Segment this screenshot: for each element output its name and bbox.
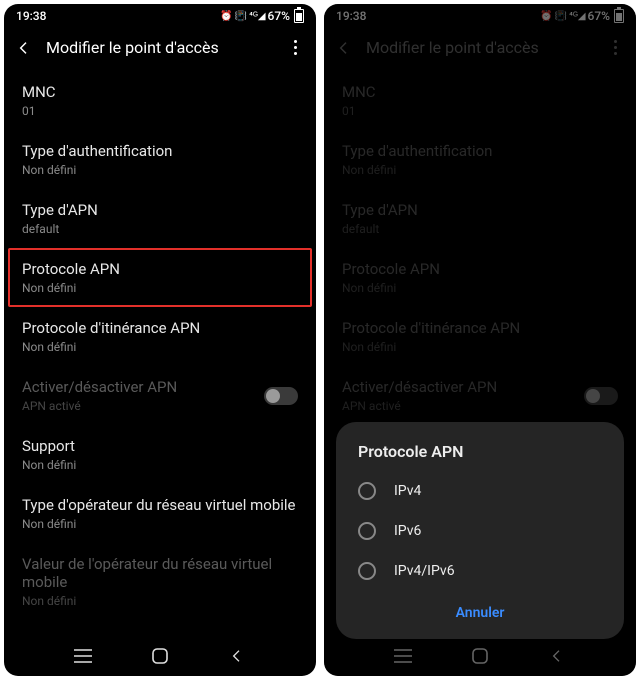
setting-roaming-protocol: Protocole d'itinérance APN Non défini (328, 307, 632, 366)
nav-home-button[interactable] (146, 642, 174, 670)
phone-right: 19:38 ⏰ 📳 ⁴ᴳ◢ 67% Modifier le point d'ac… (324, 4, 636, 676)
radio-option-ipv4v6[interactable]: IPv4/IPv6 (336, 551, 624, 591)
setting-auth-type[interactable]: Type d'authentification Non défini (8, 130, 312, 189)
apn-protocol-dialog: Protocole APN IPv4 IPv6 IPv4/IPv6 Annule… (336, 422, 624, 639)
more-menu-button[interactable] (286, 40, 304, 55)
radio-icon (358, 482, 376, 500)
apn-switch (584, 387, 618, 405)
status-icons: ⏰ 📳 ⁴ᴳ◢ 67% (540, 9, 624, 23)
battery-icon (614, 9, 624, 23)
status-time: 19:38 (16, 9, 46, 23)
setting-apn-protocol: Protocole APN Non défini (328, 248, 632, 307)
title-bar: Modifier le point d'accès (324, 28, 636, 71)
nav-recents-button[interactable] (69, 642, 97, 670)
dialog-title: Protocole APN (336, 442, 624, 471)
status-bar: 19:38 ⏰ 📳 ⁴ᴳ◢ 67% (4, 4, 316, 28)
setting-mnc: MNC 01 (328, 71, 632, 130)
status-time: 19:38 (336, 9, 366, 23)
setting-apn-toggle: Activer/désactiver APN APN activé (328, 366, 632, 425)
phone-left: 19:38 ⏰ 📳 ⁴ᴳ◢ 67% Modifier le point d'ac… (4, 4, 316, 676)
dialog-cancel-button[interactable]: Annuler (336, 591, 624, 631)
setting-apn-toggle: Activer/désactiver APN APN activé (8, 366, 312, 425)
alarm-icon: ⏰ (540, 11, 552, 22)
nav-bar (324, 636, 636, 676)
setting-mnc[interactable]: MNC 01 (8, 71, 312, 130)
status-icons: ⏰ 📳 ⁴ᴳ◢ 67% (220, 9, 304, 23)
radio-icon (358, 562, 376, 580)
back-button[interactable] (336, 40, 356, 56)
nav-back-button[interactable] (543, 642, 571, 670)
settings-list: MNC 01 Type d'authentification Non défin… (4, 71, 316, 636)
battery-percent: 67% (588, 9, 610, 23)
status-bar: 19:38 ⏰ 📳 ⁴ᴳ◢ 67% (324, 4, 636, 28)
radio-option-ipv4[interactable]: IPv4 (336, 471, 624, 511)
setting-apn-protocol[interactable]: Protocole APN Non défini (8, 248, 312, 307)
nav-bar (4, 636, 316, 676)
setting-bearer[interactable]: Support Non défini (8, 425, 312, 484)
alarm-icon: ⏰ (220, 11, 232, 22)
radio-option-ipv6[interactable]: IPv6 (336, 511, 624, 551)
nav-recents-button[interactable] (389, 642, 417, 670)
vibrate-icon: 📳 (555, 11, 567, 22)
radio-icon (358, 522, 376, 540)
title-bar: Modifier le point d'accès (4, 28, 316, 71)
apn-switch[interactable] (264, 387, 298, 405)
page-title: Modifier le point d'accès (36, 38, 286, 57)
setting-auth-type: Type d'authentification Non défini (328, 130, 632, 189)
signal-icon: ⁴ᴳ◢ (249, 11, 265, 22)
setting-apn-type: Type d'APN default (328, 189, 632, 248)
setting-roaming-protocol[interactable]: Protocole d'itinérance APN Non défini (8, 307, 312, 366)
page-title: Modifier le point d'accès (356, 38, 606, 57)
battery-icon (294, 9, 304, 23)
setting-mvno-type[interactable]: Type d'opérateur du réseau virtuel mobil… (8, 484, 312, 543)
more-menu-button[interactable] (606, 40, 624, 55)
signal-icon: ⁴ᴳ◢ (569, 11, 585, 22)
nav-home-button[interactable] (466, 642, 494, 670)
vibrate-icon: 📳 (235, 11, 247, 22)
setting-mvno-value: Valeur de l'opérateur du réseau virtuel … (8, 543, 312, 620)
battery-percent: 67% (268, 9, 290, 23)
nav-back-button[interactable] (223, 642, 251, 670)
back-button[interactable] (16, 40, 36, 56)
setting-apn-type[interactable]: Type d'APN default (8, 189, 312, 248)
